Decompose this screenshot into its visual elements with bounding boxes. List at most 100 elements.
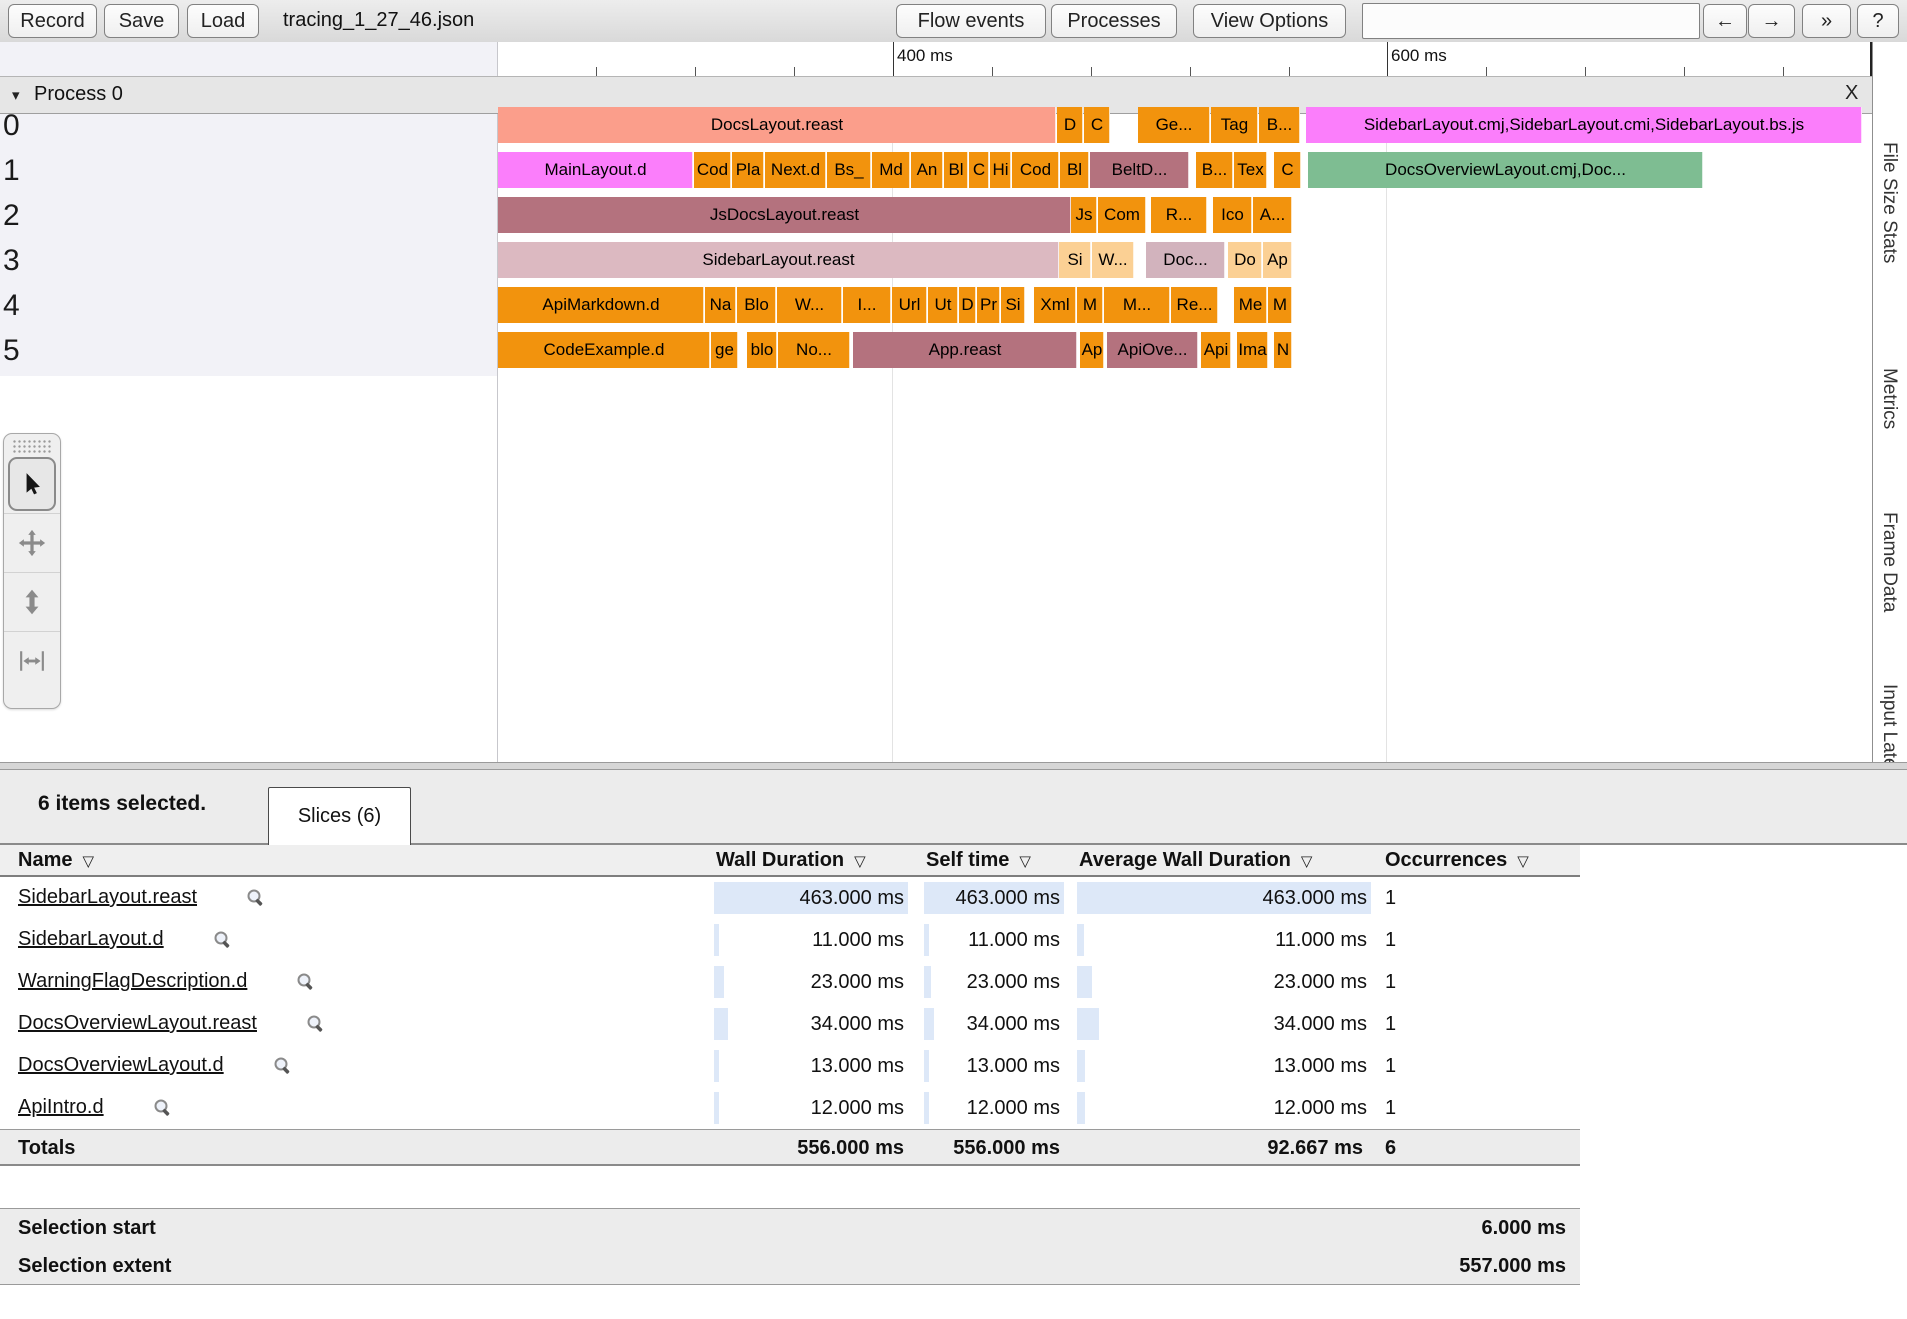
trace-slice[interactable]: Ico [1213, 197, 1252, 233]
trace-slice[interactable]: C [1274, 152, 1301, 188]
side-tab-metrics[interactable]: Metrics [1878, 368, 1900, 429]
trace-slice[interactable]: Si [1001, 287, 1025, 323]
slice-name-link[interactable]: DocsOverviewLayout.reast [18, 1012, 257, 1035]
trace-slice[interactable]: Doc... [1146, 242, 1225, 278]
trace-slice[interactable]: DocsOverviewLayout.cmj,Doc... [1308, 152, 1703, 188]
trace-slice[interactable]: C [969, 152, 989, 188]
trace-slice[interactable]: Bs_ [827, 152, 871, 188]
trace-slice[interactable]: ge [711, 332, 738, 368]
trace-slice[interactable]: M [1077, 287, 1103, 323]
column-header-occurrences[interactable]: Occurrences▽ [1385, 849, 1529, 872]
trace-slice[interactable]: Cod [694, 152, 731, 188]
trace-slice[interactable]: B... [1259, 107, 1300, 143]
trace-slice[interactable]: I... [843, 287, 891, 323]
trace-slice[interactable]: M [1268, 287, 1292, 323]
pane-splitter[interactable] [0, 762, 1907, 770]
magnifier-icon[interactable] [295, 971, 317, 993]
selection-tool-button[interactable] [8, 457, 56, 511]
trace-slice[interactable]: blo [747, 332, 777, 368]
trace-slice[interactable]: DocsLayout.reast [498, 107, 1056, 143]
trace-slice[interactable]: An [911, 152, 943, 188]
trace-slice[interactable]: Ge... [1138, 107, 1210, 143]
trace-slice[interactable]: N [1274, 332, 1292, 368]
search-input[interactable] [1362, 3, 1700, 39]
close-process-button[interactable]: X [1845, 82, 1858, 105]
find-next-button[interactable]: → [1748, 4, 1795, 38]
trace-slice[interactable]: D [1057, 107, 1083, 143]
magnifier-icon[interactable] [305, 1013, 327, 1035]
palette-drag-handle[interactable] [12, 439, 52, 455]
record-button[interactable]: Record [8, 4, 97, 38]
trace-slice[interactable]: ApiMarkdown.d [498, 287, 704, 323]
slice-name-link[interactable]: SidebarLayout.reast [18, 886, 197, 909]
trace-slice[interactable]: Me [1234, 287, 1267, 323]
load-button[interactable]: Load [187, 4, 259, 38]
trace-slice[interactable]: Hi [990, 152, 1011, 188]
trace-slice[interactable]: Ima [1237, 332, 1268, 368]
magnifier-icon[interactable] [152, 1097, 174, 1119]
trace-slice[interactable]: Bl [944, 152, 968, 188]
help-button[interactable]: ? [1857, 4, 1899, 38]
side-tab-frame-data[interactable]: Frame Data [1878, 512, 1900, 612]
trace-slice[interactable]: Pla [732, 152, 764, 188]
trace-slice[interactable]: W... [777, 287, 842, 323]
trace-slice[interactable]: App.reast [853, 332, 1077, 368]
trace-slice[interactable]: Url [892, 287, 927, 323]
trace-slice[interactable]: W... [1092, 242, 1134, 278]
magnifier-icon[interactable] [212, 929, 234, 951]
column-header-name[interactable]: Name▽ [18, 849, 94, 872]
trace-slice[interactable]: ApiOve... [1107, 332, 1198, 368]
slice-name-link[interactable]: WarningFlagDescription.d [18, 970, 247, 993]
trace-slice[interactable]: M... [1104, 287, 1170, 323]
magnifier-icon[interactable] [245, 887, 267, 909]
pan-tool-button[interactable] [4, 513, 60, 572]
slice-name-link[interactable]: ApiIntro.d [18, 1096, 104, 1119]
trace-slice[interactable]: No... [778, 332, 850, 368]
trace-slice[interactable]: C [1084, 107, 1110, 143]
side-tab-file-size-stats[interactable]: File Size Stats [1878, 142, 1900, 263]
trace-slice[interactable]: Bl [1060, 152, 1089, 188]
slice-name-link[interactable]: DocsOverviewLayout.d [18, 1054, 224, 1077]
trace-slice[interactable]: Blo [737, 287, 776, 323]
trace-slice[interactable]: Pr [977, 287, 1000, 323]
save-button[interactable]: Save [104, 4, 179, 38]
trace-slice[interactable]: A... [1253, 197, 1292, 233]
trace-slice[interactable]: Api [1201, 332, 1231, 368]
trace-slice[interactable]: JsDocsLayout.reast [498, 197, 1071, 233]
flow-events-button[interactable]: Flow events [896, 4, 1046, 38]
processes-button[interactable]: Processes [1051, 4, 1177, 38]
trace-slice[interactable]: Js [1071, 197, 1097, 233]
trace-slice[interactable]: D [959, 287, 976, 323]
collapse-triangle-icon[interactable]: ▾ [12, 86, 20, 104]
trace-slice[interactable]: Re... [1171, 287, 1218, 323]
trace-slice[interactable]: Xml [1034, 287, 1076, 323]
timing-tool-button[interactable] [4, 631, 60, 690]
trace-slice[interactable]: Md [872, 152, 910, 188]
trace-slice[interactable]: B... [1196, 152, 1233, 188]
trace-slice[interactable]: MainLayout.d [498, 152, 693, 188]
column-header-average-wall-duration[interactable]: Average Wall Duration▽ [1079, 849, 1312, 872]
view-options-button[interactable]: View Options [1193, 4, 1346, 38]
trace-slice[interactable]: R... [1151, 197, 1207, 233]
trace-slice[interactable]: Com [1098, 197, 1146, 233]
slice-name-link[interactable]: SidebarLayout.d [18, 928, 164, 951]
trace-slice[interactable]: CodeExample.d [498, 332, 710, 368]
trace-slice[interactable]: Cod [1012, 152, 1059, 188]
column-header-self-time[interactable]: Self time▽ [926, 849, 1031, 872]
column-header-wall-duration[interactable]: Wall Duration▽ [716, 849, 866, 872]
trace-slice[interactable]: Ap [1080, 332, 1104, 368]
trace-slice[interactable]: Tag [1211, 107, 1258, 143]
side-tab-input-latency[interactable]: Input Latency [1878, 684, 1900, 766]
trace-slice[interactable]: Next.d [765, 152, 826, 188]
find-previous-button[interactable]: ← [1703, 4, 1747, 38]
trace-slice[interactable]: SidebarLayout.reast [498, 242, 1059, 278]
magnifier-icon[interactable] [272, 1055, 294, 1077]
more-options-button[interactable]: » [1802, 4, 1851, 38]
trace-slice[interactable]: BeltD... [1090, 152, 1189, 188]
tab-slices[interactable]: Slices (6) [268, 787, 411, 845]
trace-slice[interactable]: Si [1059, 242, 1091, 278]
trace-slice[interactable]: Do [1228, 242, 1262, 278]
zoom-tool-button[interactable] [4, 572, 60, 631]
trace-slice[interactable]: Ut [928, 287, 958, 323]
trace-slice[interactable]: Ap [1263, 242, 1292, 278]
